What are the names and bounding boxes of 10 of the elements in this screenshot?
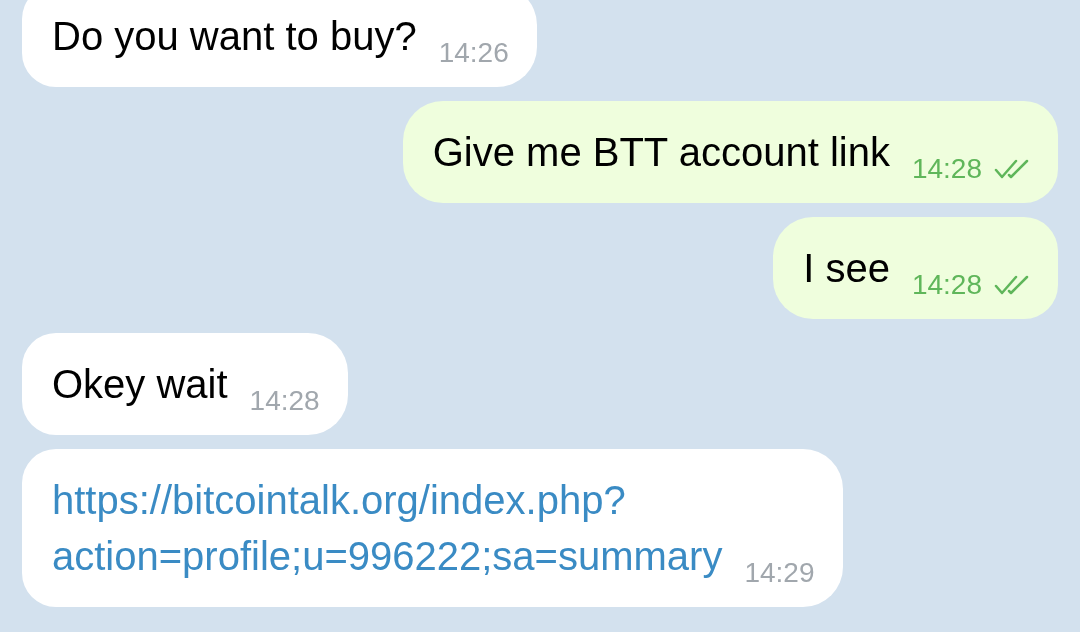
message-text: Do you want to buy? xyxy=(52,13,417,60)
message-time: 14:28 xyxy=(249,384,320,418)
message-time: 14:29 xyxy=(744,556,815,590)
message-time: 14:26 xyxy=(438,36,509,70)
message-time: 14:28 xyxy=(911,152,982,186)
message-text: Okey wait xyxy=(52,361,228,408)
message-time: 14:28 xyxy=(911,268,982,302)
profile-link[interactable]: https://bitcointalk.org/index.php? action=profile;u=996222;sa=summary xyxy=(52,472,723,584)
message-text: I see xyxy=(803,245,890,292)
message-text: Give me BTT account link xyxy=(432,129,890,176)
